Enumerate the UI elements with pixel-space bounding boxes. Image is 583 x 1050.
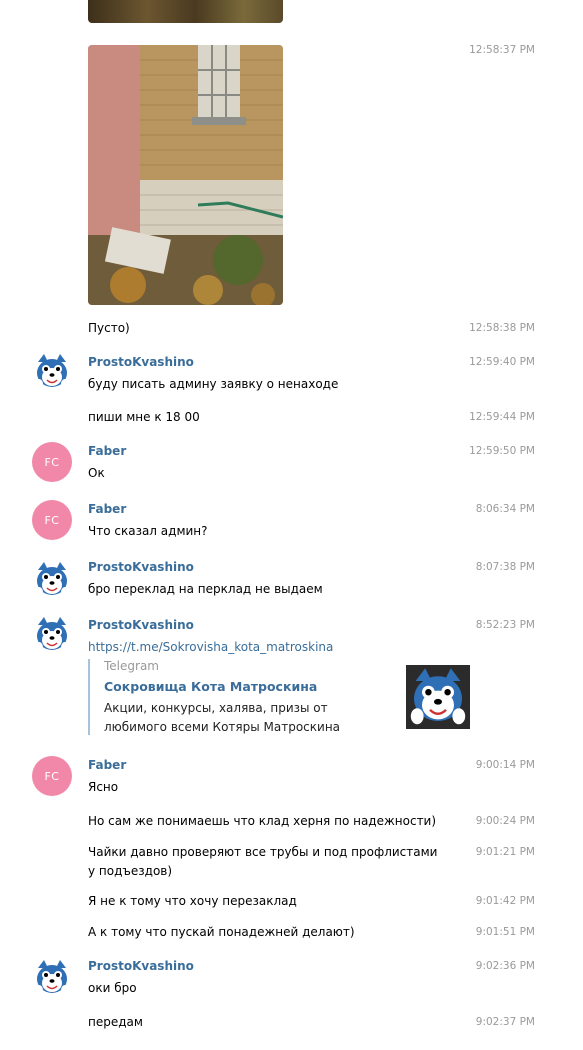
sender-name[interactable]: ProstoKvashino — [88, 560, 194, 574]
sender-name[interactable]: ProstoKvashino — [88, 355, 194, 369]
message-link[interactable]: https://t.me/Sokrovisha_kota_matroskina — [88, 638, 333, 657]
avatar[interactable]: FC — [32, 756, 72, 796]
link-preview-site: Telegram — [104, 659, 159, 673]
message-text: А к тому что пускай понадежней делают) — [88, 925, 355, 939]
message-time: 9:00:14 PM — [475, 759, 535, 771]
photo-attachment-previous[interactable] — [88, 0, 283, 23]
message-time: 12:58:38 PM — [469, 322, 535, 334]
message-text: бро переклад на перклад не выдаем — [88, 582, 323, 596]
message-time: 8:06:34 PM — [475, 503, 535, 515]
message-text: Но сам же понимаешь что клад херня по на… — [88, 814, 437, 828]
cat-avatar-icon[interactable] — [32, 958, 72, 998]
message-text: буду писать админу заявку о ненаходе — [88, 377, 339, 391]
link-preview-image[interactable] — [406, 665, 470, 729]
message-time: 12:59:44 PM — [469, 411, 535, 423]
photo-wall-image — [88, 45, 283, 305]
cat-avatar-icon[interactable] — [32, 352, 72, 392]
message-time: 9:02:37 PM — [475, 1016, 535, 1028]
link-preview[interactable]: Telegram Сокровища Кота Матроскина Акции… — [88, 659, 474, 735]
cat-avatar-icon[interactable] — [32, 560, 72, 600]
sender-name[interactable]: Faber — [88, 502, 126, 516]
cat-preview-icon — [406, 665, 470, 729]
message-text: Что сказал админ? — [88, 524, 208, 538]
message-text: Пусто) — [88, 321, 130, 335]
cat-avatar-icon[interactable] — [32, 615, 72, 655]
message-time: 12:58:37 PM — [469, 44, 535, 56]
message-text: Чайки давно проверяют все трубы и под пр… — [88, 845, 438, 878]
message-time: 8:07:38 PM — [475, 561, 535, 573]
message-text: Я не к тому что хочу перезаклад — [88, 894, 297, 908]
sender-name[interactable]: ProstoKvashino — [88, 618, 194, 632]
message-time: 9:00:24 PM — [475, 815, 535, 827]
message-time: 8:52:23 PM — [475, 619, 535, 631]
message-time: 9:01:21 PM — [475, 846, 535, 858]
message-text: Ок — [88, 466, 105, 480]
message-time: 12:59:40 PM — [469, 356, 535, 368]
message-text: передам — [88, 1015, 143, 1029]
link-preview-description: Акции, конкурсы, халява, призы от любимо… — [104, 701, 341, 734]
message-time: 12:59:50 PM — [469, 445, 535, 457]
sender-name[interactable]: Faber — [88, 758, 126, 772]
message-time: 9:02:36 PM — [475, 960, 535, 972]
photo-attachment[interactable] — [88, 45, 283, 305]
message-text: оки бро — [88, 981, 137, 995]
avatar[interactable]: FC — [32, 442, 72, 482]
message-text: Ясно — [88, 780, 119, 794]
link-preview-title[interactable]: Сокровища Кота Матроскина — [104, 679, 317, 694]
avatar[interactable]: FC — [32, 500, 72, 540]
sender-name[interactable]: Faber — [88, 444, 126, 458]
sender-name[interactable]: ProstoKvashino — [88, 959, 194, 973]
message-time: 9:01:42 PM — [475, 895, 535, 907]
message-text: пиши мне к 18 00 — [88, 410, 200, 424]
message-time: 9:01:51 PM — [475, 926, 535, 938]
